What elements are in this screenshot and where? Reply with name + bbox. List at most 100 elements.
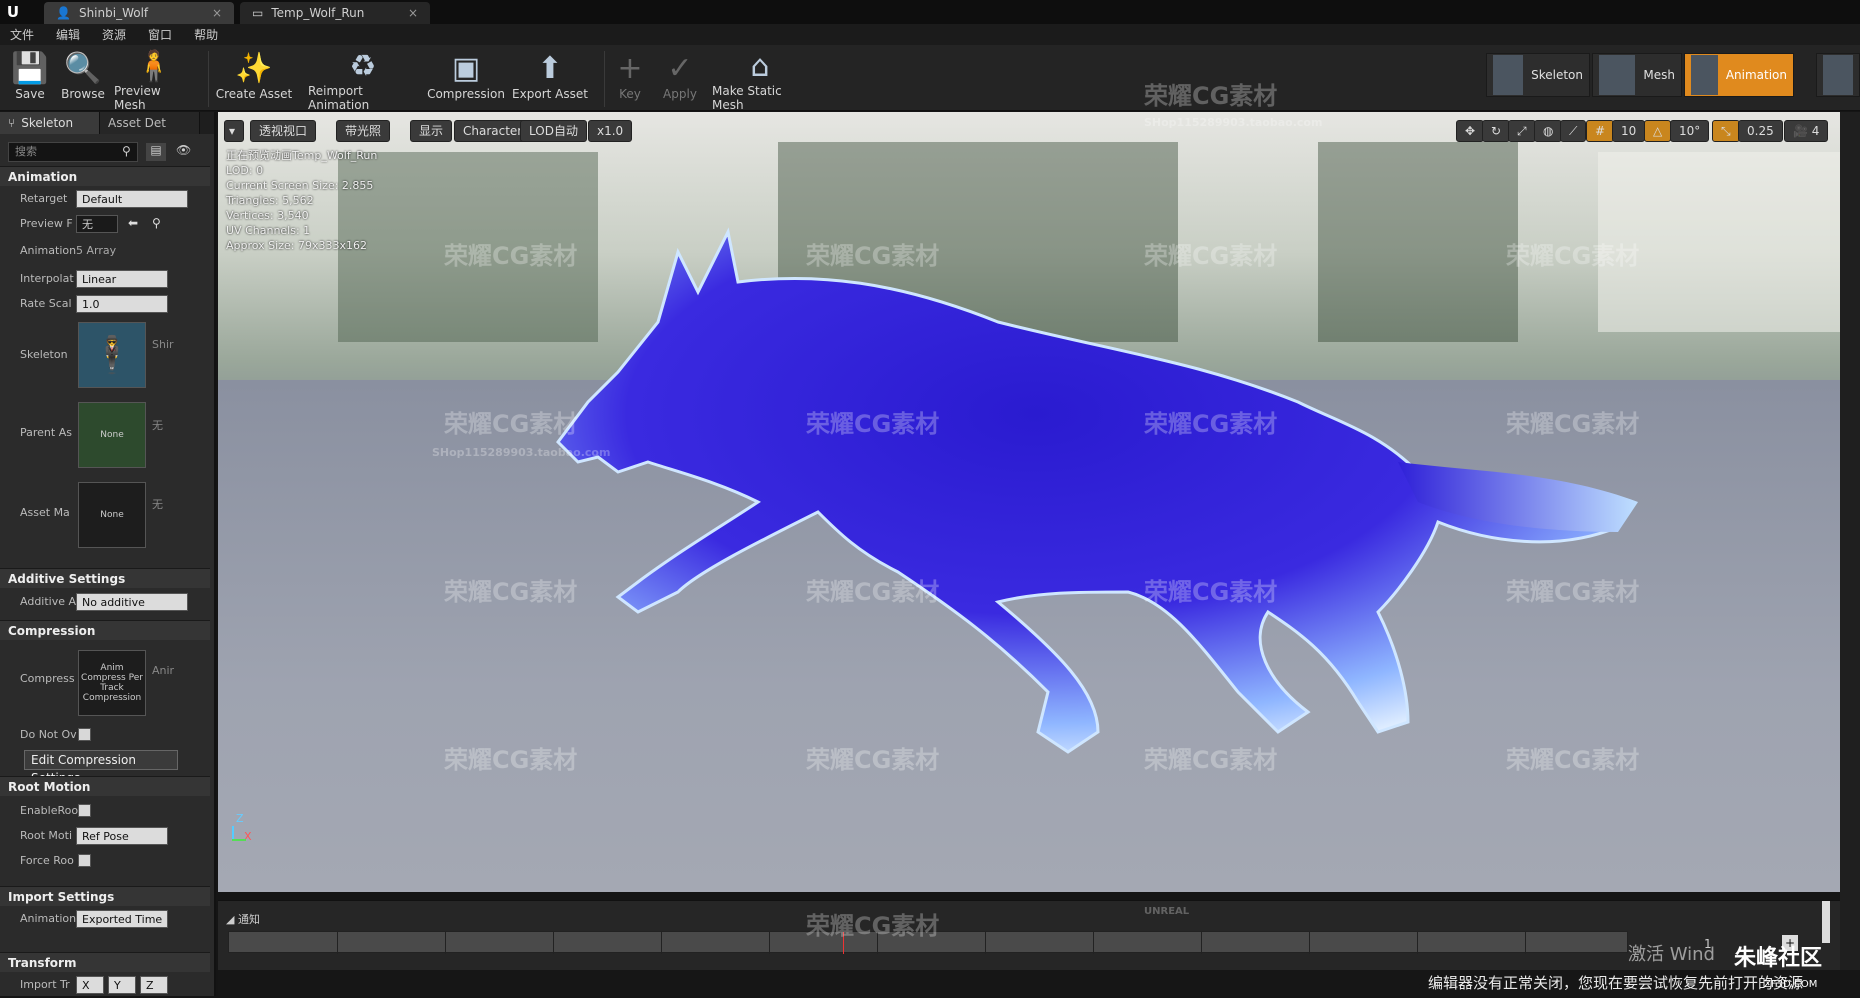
arrow-left-icon[interactable]: ⬅ [128, 216, 138, 230]
key-button[interactable]: + Key [612, 49, 648, 109]
preview-label: Preview F [20, 217, 73, 230]
speed-button[interactable]: x1.0 [588, 120, 633, 142]
menu-asset[interactable]: 资源 [102, 26, 126, 43]
tab-shinbi-wolf[interactable]: 👤 Shinbi_Wolf × [44, 2, 234, 24]
toolbar-separator [208, 51, 209, 107]
scale-icon[interactable]: ⤢ [1508, 120, 1536, 142]
mode-mesh[interactable]: Mesh [1592, 53, 1682, 97]
save-button[interactable]: 💾 Save [8, 49, 52, 109]
grid-view-icon[interactable]: ▤ [146, 143, 166, 161]
watermark-text: 荣耀CG素材 [1144, 82, 1278, 110]
section-root-motion[interactable]: Root Motion [0, 776, 210, 796]
reimport-animation-button[interactable]: ♻ Reimport Animation [308, 49, 418, 112]
translate-icon[interactable]: ✥ [1456, 120, 1485, 142]
watermark-text: 荣耀CG素材 [444, 578, 578, 606]
mode-extra[interactable] [1816, 53, 1860, 97]
menu-file[interactable]: 文件 [10, 26, 34, 43]
surface-snap-icon[interactable]: ⟋ [1560, 120, 1587, 142]
parent-asset-value: 无 [152, 419, 163, 432]
z-field[interactable]: Z [140, 976, 168, 994]
parent-asset-thumbnail[interactable]: None [78, 402, 146, 468]
preview-dropdown[interactable]: 无 [76, 215, 118, 233]
activate-windows-text: 激活 Wind [1628, 944, 1715, 965]
tab-temp-wolf-run[interactable]: ▭ Temp_Wolf_Run × [240, 2, 430, 24]
x-field[interactable]: X [76, 976, 104, 994]
preview-mesh-button[interactable]: 🧍 Preview Mesh [114, 49, 194, 112]
wolf-mesh[interactable] [478, 172, 1838, 892]
show-button[interactable]: 显示 [410, 120, 453, 142]
watermark-text: 荣耀CG素材 [806, 746, 940, 774]
watermark-text: 荣耀CG素材 [1506, 410, 1640, 438]
apply-button[interactable]: ✓ Apply [658, 49, 702, 109]
viewport[interactable]: ▾ 透视视口 带光照 显示 Character LOD自动 x1.0 ✥ ↻ ⤢… [218, 112, 1840, 892]
rotation-snap-value[interactable]: 10° [1670, 120, 1710, 142]
timeline-scrollbar[interactable] [1822, 901, 1830, 943]
retarget-dropdown[interactable]: Default [76, 190, 188, 208]
status-bar: 激活 Wind 编辑器没有正常关闭，您现在要尝试恢复先前打开的资源 朱峰社区 Z… [218, 944, 1860, 996]
compression-thumbnail[interactable]: Anim Compress Per Track Compression [78, 650, 146, 716]
menu-window[interactable]: 窗口 [148, 26, 172, 43]
search-icon[interactable]: ⚲ [152, 216, 161, 230]
lod-button[interactable]: LOD自动 [520, 120, 587, 142]
recovery-message[interactable]: 编辑器没有正常关闭，您现在要尝试恢复先前打开的资源 [1428, 970, 1803, 996]
section-transform[interactable]: Transform [0, 952, 210, 972]
frame-tick [1525, 932, 1526, 954]
scale-snap-value[interactable]: 0.25 [1738, 120, 1783, 142]
watermark-text: 荣耀CG素材 [1144, 410, 1278, 438]
unreal-logo-icon[interactable]: U [0, 0, 26, 24]
enable-root-checkbox[interactable] [78, 804, 91, 817]
mode-skeleton[interactable]: Skeleton [1486, 53, 1590, 97]
section-import-settings[interactable]: Import Settings [0, 886, 210, 906]
globe-icon[interactable]: ◍ [1534, 120, 1563, 142]
section-animation[interactable]: Animation [0, 166, 210, 186]
skeleton-value: Shir [152, 338, 174, 351]
section-additive-settings[interactable]: Additive Settings [0, 568, 210, 588]
grid-snap-icon[interactable]: # [1586, 120, 1615, 142]
tab-skeleton[interactable]: ⑂ Skeleton [0, 112, 100, 134]
y-field[interactable]: Y [108, 976, 136, 994]
additive-dropdown[interactable]: No additive [76, 593, 188, 611]
force-root-checkbox[interactable] [78, 854, 91, 867]
rotate-icon[interactable]: ↻ [1482, 120, 1511, 142]
rate-scale-input[interactable]: 1.0 [76, 295, 168, 313]
section-compression[interactable]: Compression [0, 620, 210, 640]
search-input[interactable]: 搜索 [8, 142, 138, 162]
do-not-override-checkbox[interactable] [78, 728, 91, 741]
edit-compression-settings-button[interactable]: Edit Compression Settings [24, 750, 178, 785]
asset-map-thumbnail[interactable]: None [78, 482, 146, 548]
interpolation-dropdown[interactable]: Linear [76, 270, 168, 288]
rotation-snap-icon[interactable]: △ [1644, 120, 1672, 142]
root-motion-dropdown[interactable]: Ref Pose [76, 827, 168, 845]
z-axis-icon: Z [236, 812, 244, 825]
close-icon[interactable]: × [212, 6, 222, 20]
stat-line: LOD: 0 [226, 164, 264, 177]
asset-details-panel: ⑂ Skeleton Asset Det 搜索 ⚲ ▤ 👁 Animation R… [0, 112, 216, 996]
viewport-options-button[interactable]: ▾ [224, 120, 244, 142]
watermark-text: 荣耀CG素材 [444, 410, 578, 438]
eye-icon[interactable]: 👁 [176, 143, 191, 157]
lit-button[interactable]: 带光照 [336, 120, 391, 142]
tab-asset-details[interactable]: Asset Det [100, 112, 200, 134]
mesh-icon: 🧍 [135, 49, 173, 84]
stat-line: Triangles: 5,562 [226, 194, 314, 207]
menu-edit[interactable]: 编辑 [56, 26, 80, 43]
make-static-mesh-button[interactable]: ⌂ Make Static Mesh [712, 49, 808, 112]
mode-animation[interactable]: Animation [1684, 53, 1794, 97]
stat-line: 正在预览动画Temp_Wolf_Run [226, 149, 378, 162]
watermark-text: 荣耀CG素材 [1144, 578, 1278, 606]
create-asset-button[interactable]: ✨ Create Asset [214, 49, 294, 109]
frame-tick [1417, 932, 1418, 954]
camera-speed-value[interactable]: 🎥 4 [1784, 120, 1829, 142]
skeleton-icon: ⑂ [8, 116, 16, 130]
export-asset-button[interactable]: ⬆ Export Asset [512, 49, 588, 109]
skeleton-thumbnail[interactable]: 🕴 [78, 322, 146, 388]
import-animation-dropdown[interactable]: Exported Time [76, 910, 168, 928]
browse-button[interactable]: 🔍 Browse [58, 49, 108, 109]
do-not-override-label: Do Not Ov [20, 728, 77, 741]
perspective-button[interactable]: 透视视口 [250, 120, 317, 142]
grid-size-value[interactable]: 10 [1612, 120, 1646, 142]
compression-button[interactable]: ▣ Compression [427, 49, 505, 109]
menu-help[interactable]: 帮助 [194, 26, 218, 43]
close-icon[interactable]: × [408, 6, 418, 20]
scale-snap-icon[interactable]: ⤡ [1712, 120, 1740, 142]
